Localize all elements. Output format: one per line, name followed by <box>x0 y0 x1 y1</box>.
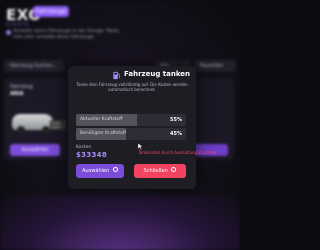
section-badge: Fahrzeuge <box>33 6 69 17</box>
fuel-pump-icon <box>113 71 121 80</box>
search-input[interactable]: Fahrzeug Suchen... <box>4 60 64 72</box>
needed-fuel-label: Benötigter Kraftstoff <box>80 131 126 136</box>
needed-fuel-value: 45% <box>170 131 182 137</box>
modal-title: Fahrzeug tanken <box>124 70 191 78</box>
current-fuel-value: 55% <box>170 117 182 123</box>
check-icon <box>112 167 118 172</box>
filter-favorites[interactable]: Favoriten <box>194 60 236 72</box>
vehicle-select-button[interactable]: Auswählen <box>10 144 60 156</box>
cost-label: Kosten <box>76 145 92 150</box>
info-icon <box>6 30 11 35</box>
mouse-cursor-icon <box>138 143 143 150</box>
vehicle-card[interactable]: Fahrzeug ARIA Stadt · Rasen Auswählen <box>4 78 66 160</box>
car-wheel <box>17 126 25 134</box>
promo-link[interactable]: Tankkosten durch Ausrüstung Zuschlag <box>138 150 217 155</box>
info-text: Verwalte deine Fahrzeuge in der Garage. … <box>13 29 121 40</box>
modal-description: Tanke dein Fahrzeug vollständig auf. Die… <box>76 82 188 92</box>
close-button-label: Schließen <box>143 168 168 174</box>
needed-fuel-row: Benötigter Kraftstoff 45% <box>76 128 186 140</box>
vehicle-tag: Stadt · Rasen <box>50 120 66 130</box>
car-wheel <box>42 126 50 134</box>
close-icon <box>171 167 177 172</box>
close-button[interactable]: Schließen <box>134 164 186 178</box>
vehicle-name: ARIA <box>10 91 24 97</box>
current-fuel-label: Aktueller Kraftstoff <box>80 117 123 122</box>
select-button-label: Auswählen <box>82 168 110 174</box>
vehicle-card-header: Fahrzeug <box>10 84 33 90</box>
select-button[interactable]: Auswählen <box>76 164 124 178</box>
cost-value: $33348 <box>76 151 108 159</box>
current-fuel-row: Aktueller Kraftstoff 55% <box>76 114 186 126</box>
refuel-modal: Fahrzeug tanken Tanke dein Fahrzeug voll… <box>68 66 217 189</box>
